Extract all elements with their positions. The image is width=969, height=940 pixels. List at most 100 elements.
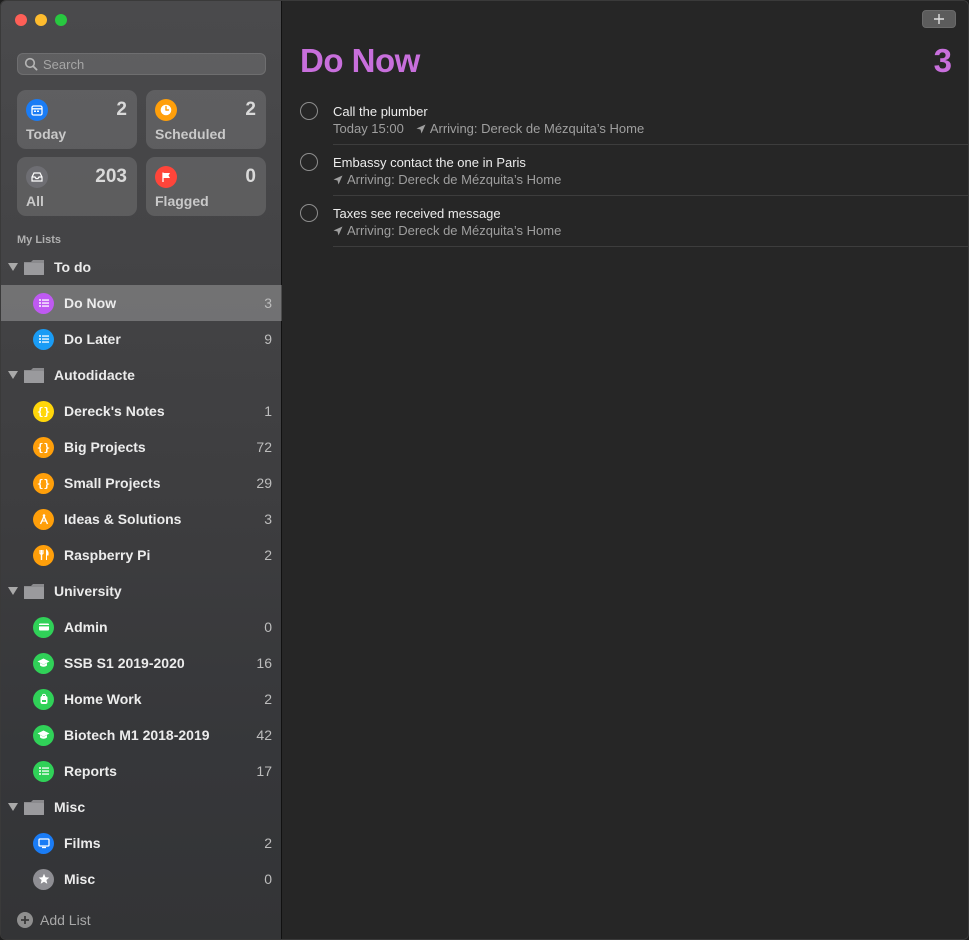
reminder-item[interactable]: Taxes see received message Arriving: Der…	[283, 196, 968, 247]
list-area: To do Do Now 3 Do Later 9 Autodidacte {}…	[1, 249, 282, 897]
window-controls	[15, 14, 67, 26]
list-item-ssb-s1[interactable]: SSB S1 2019-2020 16	[1, 645, 282, 681]
star-icon	[33, 868, 54, 890]
list-item-ideas-solutions[interactable]: Ideas & Solutions 3	[1, 501, 282, 537]
list-item-derecks-notes[interactable]: {} Dereck's Notes 1	[1, 393, 282, 429]
calendar-icon	[26, 99, 48, 121]
smart-lists: 2 Today 2 Scheduled 203 All 0 Flagged	[17, 90, 266, 216]
list-group-to-do[interactable]: To do	[1, 249, 282, 285]
list-group-university[interactable]: University	[1, 573, 282, 609]
list-count: 17	[256, 763, 272, 779]
add-list-label: Add List	[40, 912, 91, 928]
graduation-cap-icon	[33, 724, 54, 746]
list-label: SSB S1 2019-2020	[64, 655, 185, 671]
list-item-big-projects[interactable]: {} Big Projects 72	[1, 429, 282, 465]
reminder-details: Today 15:00 Arriving: Dereck de Mézquita…	[333, 121, 644, 136]
list-count: 16	[256, 655, 272, 671]
list-title: Do Now	[300, 42, 420, 79]
list-label: Raspberry Pi	[64, 547, 151, 563]
list-count: 2	[264, 835, 272, 851]
tray-icon	[26, 166, 48, 188]
disclosure-triangle-icon[interactable]	[8, 587, 18, 595]
compass-icon	[33, 508, 54, 530]
smart-list-flagged[interactable]: 0 Flagged	[146, 157, 266, 216]
search-icon	[24, 57, 38, 71]
location-arrow-icon	[416, 124, 426, 133]
list-count: 42	[256, 727, 272, 743]
card-icon	[33, 616, 54, 638]
plus-circle-icon	[17, 912, 33, 928]
complete-checkbox[interactable]	[300, 153, 318, 171]
list-label: Big Projects	[64, 439, 146, 455]
list-label: Small Projects	[64, 475, 161, 491]
braces-icon: {}	[33, 436, 54, 458]
list-group-label: To do	[54, 259, 92, 275]
list-label: Ideas & Solutions	[64, 511, 182, 527]
list-item-small-projects[interactable]: {} Small Projects 29	[1, 465, 282, 501]
reminder-title[interactable]: Call the plumber	[333, 104, 428, 119]
list-count: 0	[264, 619, 272, 635]
list-item-raspberry-pi[interactable]: Raspberry Pi 2	[1, 537, 282, 573]
list-group-label: Misc	[54, 799, 86, 815]
list-group-label: Autodidacte	[54, 367, 135, 383]
list-label: Dereck's Notes	[64, 403, 165, 419]
close-window-button[interactable]	[15, 14, 27, 26]
list-item-misc[interactable]: Misc 0	[1, 861, 282, 897]
list-bullet-icon	[33, 328, 54, 350]
list-count: 2	[264, 691, 272, 707]
search-input[interactable]	[43, 56, 243, 72]
new-reminder-button[interactable]	[922, 10, 956, 28]
list-item-biotech-m1[interactable]: Biotech M1 2018-2019 42	[1, 717, 282, 753]
list-label: Admin	[64, 619, 108, 635]
list-item-films[interactable]: Films 2	[1, 825, 282, 861]
reminders-window: 2 Today 2 Scheduled 203 All	[0, 0, 969, 940]
list-item-home-work[interactable]: Home Work 2	[1, 681, 282, 717]
plus-icon	[934, 14, 944, 24]
reminder-due-date: Today 15:00	[333, 121, 404, 136]
list-item-do-later[interactable]: Do Later 9	[1, 321, 282, 357]
list-item-admin[interactable]: Admin 0	[1, 609, 282, 645]
list-count: 1	[264, 403, 272, 419]
braces-icon: {}	[33, 472, 54, 494]
list-group-misc[interactable]: Misc	[1, 789, 282, 825]
reminder-title[interactable]: Taxes see received message	[333, 206, 501, 221]
list-count: 0	[264, 871, 272, 887]
reminder-item[interactable]: Call the plumber Today 15:00 Arriving: D…	[283, 94, 968, 145]
disclosure-triangle-icon[interactable]	[8, 371, 18, 379]
complete-checkbox[interactable]	[300, 102, 318, 120]
smart-list-label: All	[26, 193, 44, 209]
smart-list-label: Scheduled	[155, 126, 226, 142]
list-count: 9	[264, 331, 272, 347]
list-group-label: University	[54, 583, 122, 599]
list-item-do-now[interactable]: Do Now 3	[1, 285, 282, 321]
list-label: Misc	[64, 871, 96, 887]
reminder-item[interactable]: Embassy contact the one in Paris Arrivin…	[283, 145, 968, 196]
folder-icon	[24, 800, 44, 815]
reminder-location: Arriving: Dereck de Mézquita’s Home	[429, 121, 645, 136]
smart-list-scheduled[interactable]: 2 Scheduled	[146, 90, 266, 149]
list-item-reports[interactable]: Reports 17	[1, 753, 282, 789]
folder-icon	[24, 368, 44, 383]
smart-list-count: 203	[95, 166, 127, 187]
disclosure-triangle-icon[interactable]	[8, 263, 18, 271]
smart-list-all[interactable]: 203 All	[17, 157, 137, 216]
reminder-details: Arriving: Dereck de Mézquita’s Home	[333, 223, 561, 238]
list-label: Do Later	[64, 331, 121, 347]
search-field[interactable]	[17, 53, 266, 75]
zoom-window-button[interactable]	[55, 14, 67, 26]
smart-list-today[interactable]: 2 Today	[17, 90, 137, 149]
smart-list-label: Flagged	[155, 193, 209, 209]
braces-icon: {}	[33, 400, 54, 422]
reminders-list: Call the plumber Today 15:00 Arriving: D…	[283, 94, 968, 247]
minimize-window-button[interactable]	[35, 14, 47, 26]
list-group-autodidacte[interactable]: Autodidacte	[1, 357, 282, 393]
sidebar: 2 Today 2 Scheduled 203 All	[1, 1, 282, 939]
add-list-button[interactable]: Add List	[17, 912, 91, 928]
divider	[333, 246, 968, 247]
reminder-title[interactable]: Embassy contact the one in Paris	[333, 155, 526, 170]
disclosure-triangle-icon[interactable]	[8, 803, 18, 811]
list-label: Do Now	[64, 295, 117, 311]
complete-checkbox[interactable]	[300, 204, 318, 222]
smart-list-count: 2	[116, 99, 127, 120]
folder-icon	[24, 584, 44, 599]
